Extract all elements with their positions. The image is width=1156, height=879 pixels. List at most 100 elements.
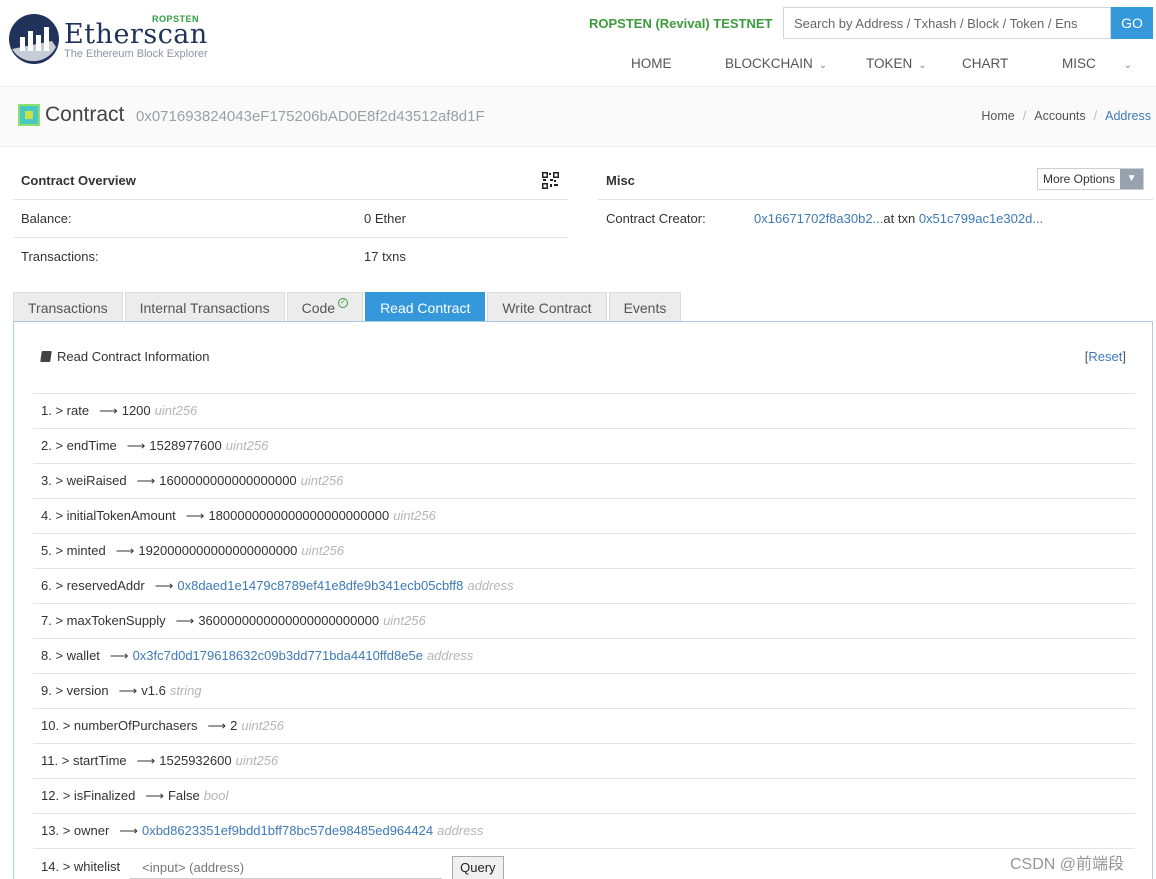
nav-token-label: TOKEN (866, 56, 913, 71)
contract-read-row: 9. > version ⟶ v1.6 string (33, 673, 1135, 708)
reset-link[interactable]: Reset (1088, 349, 1122, 364)
watermark: CSDN @前端段 (1010, 856, 1125, 873)
row-function-name: initialTokenAmount (66, 508, 176, 523)
row-value: 1800000000000000000000000 (208, 508, 390, 523)
row-number: 8. (41, 648, 52, 663)
reset-bracket-close: ] (1122, 349, 1126, 364)
arrow-right-icon: ⟶ (175, 613, 195, 628)
contract-creator-label: Contract Creator: (606, 211, 706, 226)
arrow-right-icon: ⟶ (145, 788, 164, 803)
row-type: bool (203, 788, 229, 803)
contract-read-row: 8. > wallet ⟶ 0x3fc7d0d179618632c09b3dd771… (33, 638, 1135, 673)
tab-read-contract[interactable]: Read Contract (365, 292, 486, 323)
nav-misc-label: MISC (1062, 56, 1096, 71)
row-type: uint256 (383, 613, 426, 628)
contract-read-row: 7. > maxTokenSupply ⟶ 36000000000000000000… (33, 603, 1135, 638)
breadcrumb-home[interactable]: Home (981, 109, 1014, 123)
site-header: ROPSTEN Etherscan The Ethereum Block Exp… (0, 0, 1156, 86)
search-input[interactable] (783, 7, 1111, 39)
divider (598, 199, 1153, 200)
contract-avatar-icon (18, 104, 40, 126)
row-function-name: numberOfPurchasers (73, 718, 198, 733)
creator-txn-link[interactable]: 0x51c799ac1e302d... (919, 211, 1043, 226)
contract-read-row: 11. > startTime ⟶ 1525932600 uint256 (33, 743, 1135, 778)
network-label: ROPSTEN (Revival) TESTNET (589, 16, 773, 31)
contract-creator-value: 0x16671702f8a30b2...at txn 0x51c799ac1e3… (754, 211, 1043, 226)
row-number: 9. (41, 683, 52, 698)
row-function-name: rate (66, 403, 90, 418)
chevron-down-icon: ⌄ (1123, 60, 1133, 71)
nav-home[interactable]: HOME (631, 56, 672, 71)
contract-query-row: 14. > whitelistQuery (33, 848, 1135, 879)
contract-address: 0x071693824043eF175206bAD0E8f2d43512af8d… (136, 108, 485, 125)
breadcrumb: Home / Accounts / Address (981, 109, 1151, 123)
row-function-name: startTime (72, 753, 127, 768)
brand-tagline: The Ethereum Block Explorer (64, 48, 208, 60)
row-number: 1. (41, 403, 52, 418)
row-value: 3600000000000000000000000 (198, 613, 380, 628)
row-function-name: endTime (66, 438, 117, 453)
etherscan-logo-icon[interactable] (8, 13, 60, 65)
nav-blockchain[interactable]: BLOCKCHAIN ⌄ (725, 56, 827, 71)
query-button[interactable]: Query (452, 855, 504, 879)
row-type: uint256 (300, 473, 344, 488)
row-address-link[interactable]: 0xbd8623351ef9bdd1bff78bc57de98485ed9644… (142, 823, 433, 838)
more-options-label: More Options (1038, 169, 1121, 189)
arrow-right-icon: ⟶ (115, 543, 135, 558)
tab-code[interactable]: Code ✓ (286, 292, 364, 323)
reset-control: [Reset] (1085, 349, 1126, 364)
nav-chart[interactable]: CHART (962, 56, 1008, 71)
divider (13, 237, 568, 238)
tab-transactions[interactable]: Transactions (13, 292, 123, 323)
row-function-name: wallet (66, 648, 100, 663)
row-number: 12. (41, 788, 60, 803)
row-value: 2 (230, 718, 238, 733)
breadcrumb-accounts[interactable]: Accounts (1034, 109, 1085, 123)
book-icon (40, 351, 52, 362)
row-type: uint256 (301, 543, 345, 558)
qr-code-icon[interactable] (542, 172, 559, 189)
row-function-name: minted (66, 543, 106, 558)
row-function-name: whitelist (73, 859, 121, 874)
row-function-name: weiRaised (66, 473, 127, 488)
contract-read-row: 3. > weiRaised ⟶ 1600000000000000000 uint25… (33, 463, 1135, 498)
nav-token[interactable]: TOKEN ⌄ (866, 56, 927, 71)
more-options-button[interactable]: More Options ▼ (1037, 168, 1145, 190)
arrow-right-icon: ⟶ (118, 683, 138, 698)
row-type: uint256 (225, 438, 269, 453)
row-value: 1600000000000000000 (159, 473, 297, 488)
whitelist-address-input[interactable] (130, 856, 443, 879)
tab-write-contract[interactable]: Write Contract (487, 292, 607, 323)
brand-name[interactable]: Etherscan (64, 19, 208, 50)
contract-read-row: 12. > isFinalized ⟶ False bool (33, 778, 1135, 813)
row-type: uint256 (241, 718, 284, 733)
row-number: 4. (41, 508, 52, 523)
breadcrumb-address: Address (1105, 109, 1151, 123)
row-type: uint256 (154, 403, 198, 418)
tab-internal-transactions[interactable]: Internal Transactions (124, 292, 285, 323)
breadcrumb-separator: / (1022, 109, 1027, 123)
nav-chart-label: CHART (962, 56, 1009, 71)
contract-tabs: Transactions Internal Transactions Code ✓… (13, 292, 683, 323)
row-value: 1200 (121, 403, 151, 418)
contract-read-row: 2. > endTime ⟶ 1528977600 uint256 (33, 428, 1135, 463)
read-contract-list: 1. > rate ⟶ 1200 uint256 2. > endTime ⟶ 15289… (33, 393, 1135, 879)
nav-blockchain-label: BLOCKCHAIN (725, 56, 813, 71)
row-address-link[interactable]: 0x3fc7d0d179618632c09b3dd771bda4410ffd8e… (133, 648, 423, 663)
row-number: 14. (41, 859, 60, 874)
row-address-link[interactable]: 0x8daed1e1479c8789ef41e8dfe9b341ecb05cbf… (177, 578, 463, 593)
row-number: 5. (41, 543, 52, 558)
tab-events[interactable]: Events (608, 292, 682, 323)
arrow-right-icon: ⟶ (136, 753, 156, 768)
transactions-label: Transactions: (21, 249, 99, 264)
misc-title: Misc (606, 173, 635, 188)
divider (13, 199, 568, 200)
nav-misc[interactable]: MISC ⌄ (1062, 56, 1132, 71)
contract-read-row: 4. > initialTokenAmount ⟶ 1800000000000000… (33, 498, 1135, 533)
contract-read-row: 1. > rate ⟶ 1200 uint256 (33, 393, 1135, 428)
row-number: 10. (41, 718, 60, 733)
row-number: 6. (41, 578, 52, 593)
creator-address-link[interactable]: 0x16671702f8a30b2... (754, 211, 883, 226)
nav-home-label: HOME (631, 56, 672, 71)
search-go-button[interactable]: GO (1111, 7, 1153, 39)
